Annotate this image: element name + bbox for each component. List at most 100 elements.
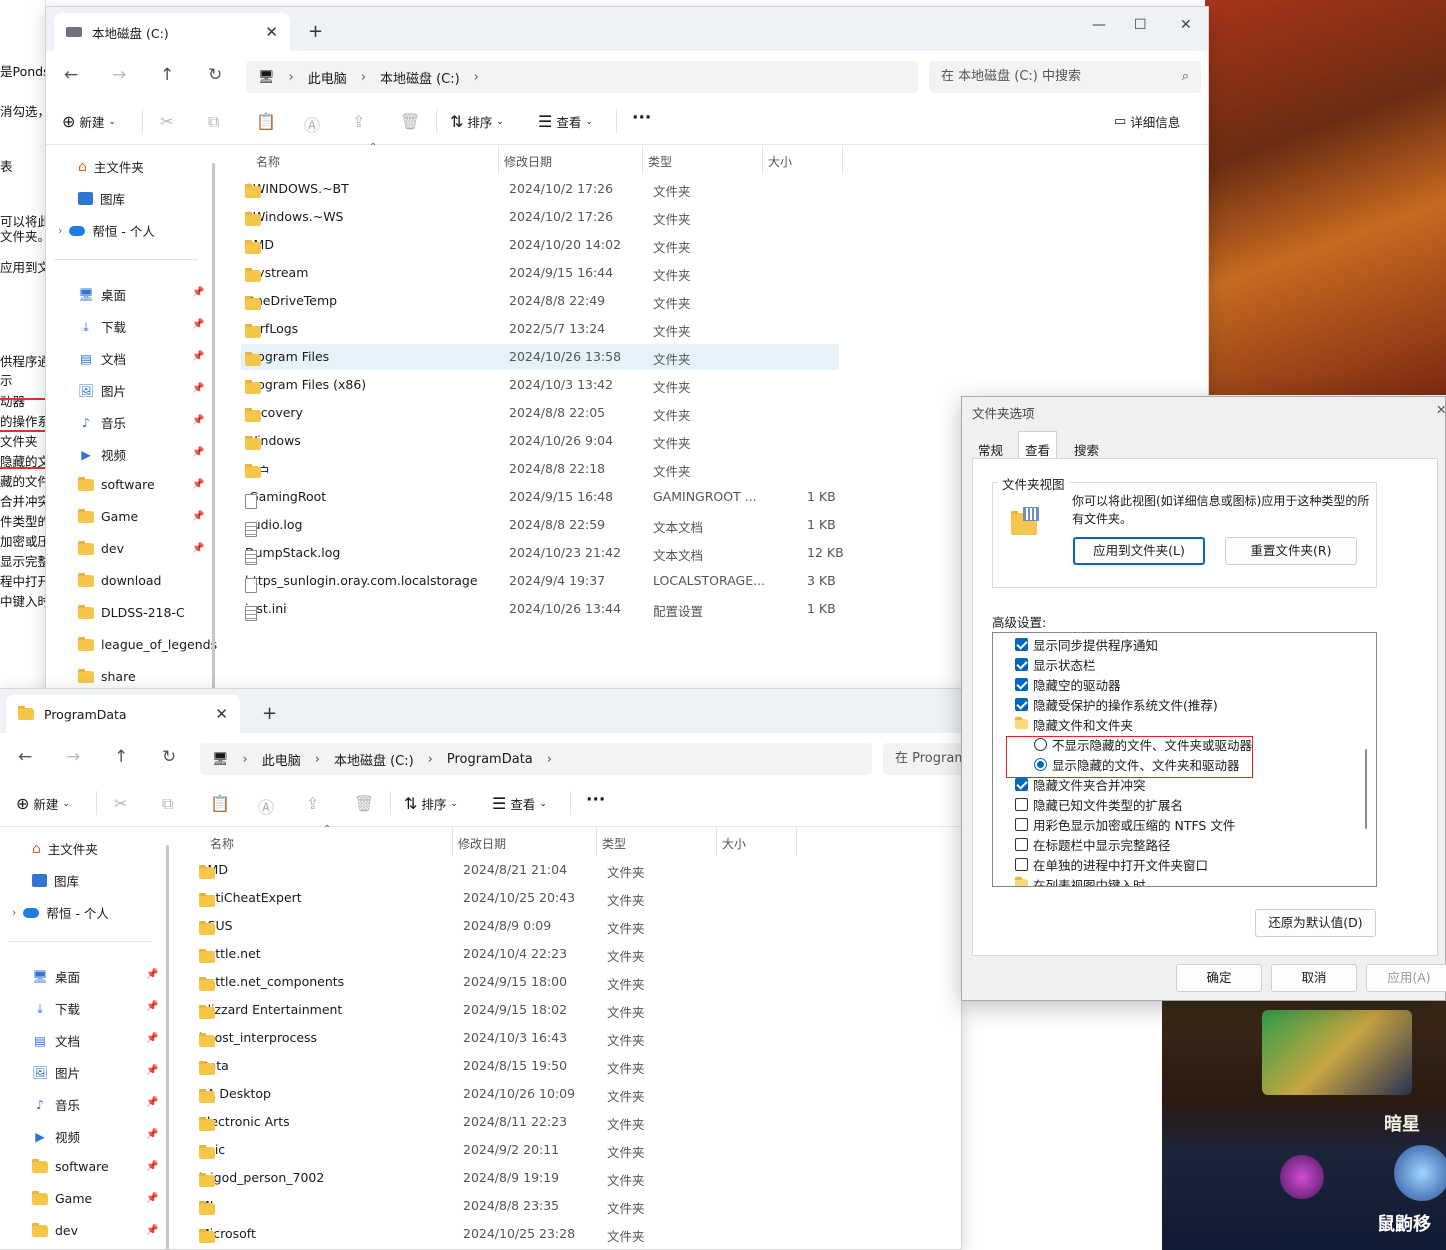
new-button[interactable]: ⊕ 新建 ⌄ bbox=[62, 112, 116, 131]
sidebar-item-pinned[interactable]: Game bbox=[78, 508, 138, 524]
file-row[interactable]: AntiCheatExpert 2024/10/25 20:43 文件夹 bbox=[195, 885, 793, 911]
close-tab-icon[interactable]: ✕ bbox=[265, 23, 278, 41]
breadcrumb-item[interactable]: 此电脑 bbox=[262, 750, 301, 769]
up-icon[interactable]: ↑ bbox=[160, 65, 174, 85]
details-pane-button[interactable]: ▭ 详细信息 bbox=[1114, 112, 1180, 131]
file-row[interactable]: PerfLogs 2022/5/7 13:24 文件夹 bbox=[241, 316, 839, 342]
pin-icon[interactable]: 📌 bbox=[192, 447, 204, 458]
nav-scrollbar[interactable] bbox=[212, 163, 215, 699]
checkbox[interactable] bbox=[1015, 777, 1028, 791]
ok-button[interactable]: 确定 bbox=[1176, 964, 1262, 992]
advanced-option[interactable]: 显示隐藏的文件、文件夹和驱动器 bbox=[1034, 754, 1240, 774]
sidebar-item-pinned[interactable]: Game bbox=[32, 1190, 92, 1206]
apply-to-folders-button[interactable]: 应用到文件夹(L) bbox=[1073, 537, 1205, 565]
column-header-type[interactable]: 类型 bbox=[602, 835, 626, 852]
close-window-icon[interactable]: ✕ bbox=[1180, 17, 1192, 33]
back-icon[interactable]: ← bbox=[64, 65, 78, 85]
sidebar-item-pinned[interactable]: software bbox=[32, 1158, 109, 1174]
pin-icon[interactable]: 📌 bbox=[146, 1193, 158, 1204]
column-header-name[interactable]: 名称 bbox=[210, 835, 234, 852]
sidebar-item-pinned[interactable]: ▶ 视频 bbox=[78, 445, 126, 464]
cancel-button[interactable]: 取消 bbox=[1271, 964, 1357, 992]
pin-icon[interactable]: 📌 bbox=[192, 351, 204, 362]
file-row[interactable]: AMD 2024/8/21 21:04 文件夹 bbox=[195, 857, 793, 883]
breadcrumb-item[interactable]: 本地磁盘 (C:) bbox=[334, 750, 414, 769]
breadcrumb-item[interactable]: 本地磁盘 (C:) bbox=[380, 68, 460, 87]
sidebar-item-home[interactable]: ⌂ 主文件夹 bbox=[32, 839, 98, 858]
sidebar-item-pinned[interactable]: ♪ 音乐 bbox=[32, 1095, 80, 1114]
checkbox[interactable] bbox=[1015, 857, 1028, 871]
sidebar-item-gallery[interactable]: 图库 bbox=[32, 871, 79, 890]
file-row[interactable]: OneDriveTemp 2024/8/8 22:49 文件夹 bbox=[241, 288, 839, 314]
sidebar-item-pinned[interactable]: software bbox=[78, 476, 155, 492]
checkbox[interactable] bbox=[1015, 697, 1028, 711]
advanced-option[interactable]: 不显示隐藏的文件、文件夹或驱动器 bbox=[1034, 734, 1252, 754]
apply-button[interactable]: 应用(A) bbox=[1366, 964, 1446, 992]
tab-c-drive[interactable]: 本地磁盘 (C:) ✕ bbox=[54, 13, 290, 51]
restore-defaults-button[interactable]: 还原为默认值(D) bbox=[1255, 909, 1376, 937]
forward-icon[interactable]: → bbox=[112, 65, 126, 85]
delete-icon[interactable]: 🗑 bbox=[354, 794, 374, 813]
maximize-icon[interactable]: ☐ bbox=[1134, 17, 1147, 33]
pin-icon[interactable]: 📌 bbox=[146, 1001, 158, 1012]
tab-view[interactable]: 查看 bbox=[1018, 431, 1058, 459]
column-header-name[interactable]: 名称 bbox=[256, 153, 280, 170]
pin-icon[interactable]: 📌 bbox=[146, 1065, 158, 1076]
file-row[interactable]: audio.log 2024/8/8 22:59 文本文档 1 KB bbox=[241, 512, 839, 538]
sidebar-item-pinned[interactable]: 🖥 桌面 bbox=[32, 967, 80, 986]
file-row[interactable]: Battle.net_components 2024/9/15 18:00 文件夹 bbox=[195, 969, 793, 995]
sidebar-item-pinned[interactable]: ♪ 音乐 bbox=[78, 413, 126, 432]
nav-scrollbar[interactable] bbox=[166, 845, 169, 1249]
file-row[interactable]: AMD 2024/10/20 14:02 文件夹 bbox=[241, 232, 839, 258]
file-row[interactable]: Windows 2024/10/26 9:04 文件夹 bbox=[241, 428, 839, 454]
sidebar-item-gallery[interactable]: 图库 bbox=[78, 189, 125, 208]
up-icon[interactable]: ↑ bbox=[114, 747, 128, 767]
checkbox[interactable] bbox=[1015, 837, 1028, 851]
search-input[interactable]: 在 Program bbox=[883, 743, 961, 775]
tab-programdata[interactable]: ProgramData ✕ bbox=[6, 695, 240, 733]
checkbox[interactable] bbox=[1015, 797, 1028, 811]
file-row[interactable]: Program Files (x86) 2024/10/3 13:42 文件夹 bbox=[241, 372, 839, 398]
new-tab-icon[interactable]: + bbox=[262, 703, 277, 724]
pin-icon[interactable]: 📌 bbox=[192, 287, 204, 298]
rename-icon[interactable]: Ⓐ bbox=[258, 794, 274, 818]
pin-icon[interactable]: 📌 bbox=[146, 1129, 158, 1140]
delete-icon[interactable]: 🗑 bbox=[400, 112, 420, 131]
file-row[interactable]: Recovery 2024/8/8 22:05 文件夹 bbox=[241, 400, 839, 426]
file-row[interactable]: Epic 2024/9/2 20:11 文件夹 bbox=[195, 1137, 793, 1163]
sidebar-item-pinned[interactable]: download bbox=[78, 572, 161, 588]
file-row[interactable]: Electronic Arts 2024/8/11 22:23 文件夹 bbox=[195, 1109, 793, 1135]
sidebar-item-pinned[interactable]: ▤ 文档 bbox=[78, 349, 126, 368]
checkbox[interactable] bbox=[1015, 817, 1028, 831]
tab-general[interactable]: 常规 bbox=[972, 435, 1009, 459]
file-row[interactable]: leigod_person_7002 2024/8/9 19:19 文件夹 bbox=[195, 1165, 793, 1191]
file-row[interactable]: https_sunlogin.oray.com.localstorage 2024… bbox=[241, 568, 839, 594]
pin-icon[interactable]: 📌 bbox=[146, 1033, 158, 1044]
radio-button[interactable] bbox=[1034, 737, 1047, 751]
advanced-option[interactable]: 隐藏文件夹合并冲突 bbox=[1015, 774, 1146, 794]
sidebar-item-pinned[interactable]: ⤓ 下载 bbox=[32, 999, 80, 1018]
close-icon[interactable]: ✕ bbox=[1436, 402, 1446, 417]
pin-icon[interactable]: 📌 bbox=[192, 383, 204, 394]
pin-icon[interactable]: 📌 bbox=[192, 319, 204, 330]
paste-icon[interactable]: 📋 bbox=[210, 794, 230, 813]
address-bar[interactable]: 🖥 › 此电脑 › 本地磁盘 (C:) › bbox=[246, 61, 918, 93]
file-row[interactable]: $WINDOWS.~BT 2024/10/2 17:26 文件夹 bbox=[241, 176, 839, 202]
file-row[interactable]: EA Desktop 2024/10/26 10:09 文件夹 bbox=[195, 1081, 793, 1107]
checkbox[interactable] bbox=[1015, 677, 1028, 691]
pin-icon[interactable]: 📌 bbox=[146, 1161, 158, 1172]
sidebar-item-pinned[interactable]: league_of_legends bbox=[78, 636, 217, 652]
pin-icon[interactable]: 📌 bbox=[146, 969, 158, 980]
pin-icon[interactable]: 📌 bbox=[146, 1097, 158, 1108]
file-row[interactable]: $Windows.~WS 2024/10/2 17:26 文件夹 bbox=[241, 204, 839, 230]
file-row[interactable]: mystream 2024/9/15 16:44 文件夹 bbox=[241, 260, 839, 286]
pin-icon[interactable]: 📌 bbox=[146, 1225, 158, 1236]
sidebar-item-home[interactable]: ⌂ 主文件夹 bbox=[78, 157, 144, 176]
advanced-option[interactable]: 隐藏受保护的操作系统文件(推荐) bbox=[1015, 694, 1218, 714]
address-bar[interactable]: 🖥 › 此电脑 › 本地磁盘 (C:) › ProgramData › bbox=[200, 743, 872, 775]
file-row[interactable]: 用户 2024/8/8 22:18 文件夹 bbox=[241, 456, 839, 482]
advanced-option[interactable]: 显示状态栏 bbox=[1015, 654, 1096, 674]
file-row[interactable]: MI 2024/8/8 23:35 文件夹 bbox=[195, 1193, 793, 1219]
file-row[interactable]: Microsoft 2024/10/25 23:28 文件夹 bbox=[195, 1221, 793, 1247]
minimize-icon[interactable]: — bbox=[1092, 17, 1106, 33]
